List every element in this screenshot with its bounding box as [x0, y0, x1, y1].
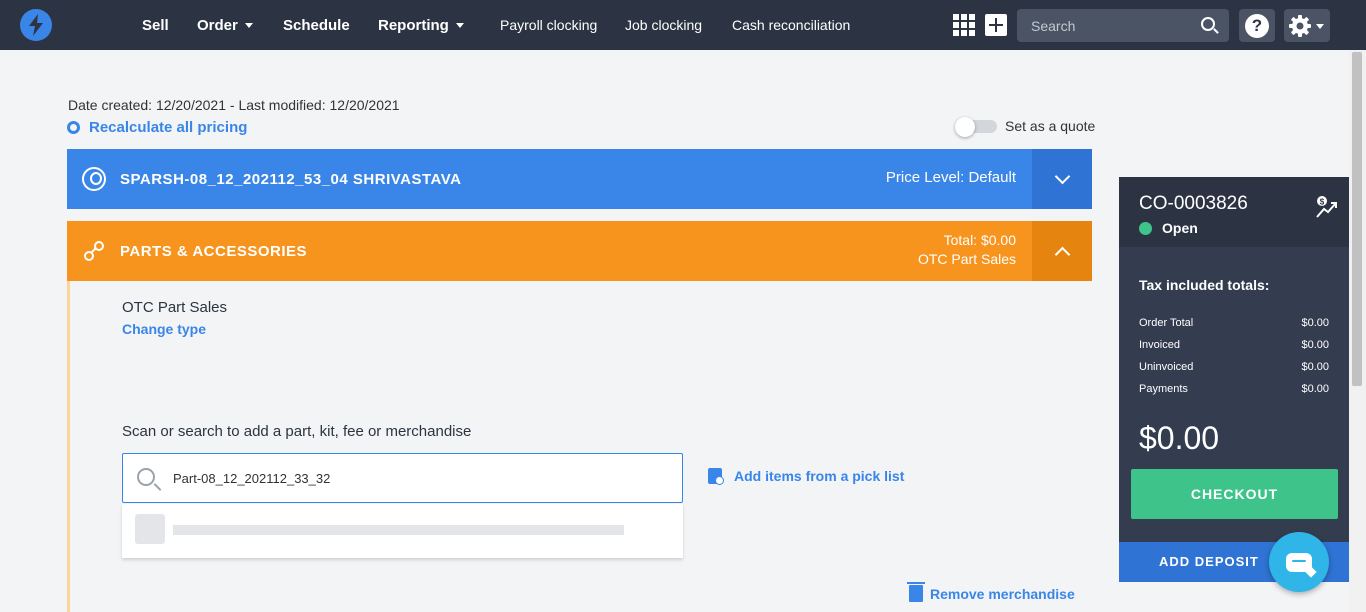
recalculate-pricing-label: Recalculate all pricing	[89, 119, 248, 136]
search-icon[interactable]	[1201, 17, 1215, 31]
total-row-order-total: Order Total $0.00	[1139, 317, 1329, 329]
chevron-down-icon	[455, 22, 464, 28]
add-from-picklist-link[interactable]: Add items from a pick list	[708, 468, 905, 485]
grand-total: $0.00	[1139, 420, 1220, 456]
chat-launcher-button[interactable]	[1269, 532, 1329, 592]
parts-accessories-title: PARTS & ACCESSORIES	[120, 243, 308, 260]
chevron-down-icon	[1316, 24, 1324, 29]
parts-collapse-button[interactable]	[1032, 221, 1092, 281]
scan-search-label: Scan or search to add a part, kit, fee o…	[122, 423, 472, 440]
parts-accessories-header[interactable]: PARTS & ACCESSORIES Total: $0.00 OTC Par…	[67, 221, 1092, 281]
add-from-picklist-label: Add items from a pick list	[734, 468, 905, 484]
help-button[interactable]: ?	[1239, 9, 1275, 42]
customer-expand-button[interactable]	[1032, 149, 1092, 209]
top-nav-bar: Sell Order Schedule Reporting Payroll cl…	[0, 0, 1366, 50]
checkout-button[interactable]: CHECKOUT	[1131, 469, 1338, 519]
logo-bolt-icon[interactable]	[20, 9, 52, 41]
order-summary-header: CO-0003826 Open $	[1119, 177, 1349, 247]
parts-icon	[84, 241, 104, 261]
gear-icon	[1289, 15, 1311, 37]
trash-icon	[907, 582, 925, 602]
remove-merchandise-label: Remove merchandise	[930, 585, 1075, 602]
set-as-quote-label: Set as a quote	[1005, 118, 1096, 134]
scrollbar-thumb[interactable]	[1352, 52, 1362, 386]
status-dot	[1139, 222, 1152, 235]
chevron-down-icon	[244, 22, 253, 28]
change-type-link[interactable]: Change type	[122, 321, 206, 337]
global-search-input[interactable]	[1031, 9, 1191, 42]
order-summary-panel: CO-0003826 Open $ Tax included totals: O…	[1119, 177, 1349, 582]
search-results-dropdown	[122, 504, 683, 558]
total-row-uninvoiced: Uninvoiced $0.00	[1139, 361, 1329, 373]
loading-placeholder-thumb	[135, 514, 165, 544]
svg-text:$: $	[1320, 198, 1325, 207]
total-row-invoiced: Invoiced $0.00	[1139, 339, 1329, 351]
recalculate-pricing-link[interactable]: Recalculate all pricing	[67, 119, 247, 136]
refresh-icon	[67, 121, 80, 134]
remove-merchandise-link[interactable]: Remove merchandise	[907, 582, 1075, 602]
page-scrollbar[interactable]	[1349, 50, 1366, 612]
nav-payroll-clocking[interactable]: Payroll clocking	[500, 0, 597, 50]
customer-name: SPARSH-08_12_202112_53_04 SHRIVASTAVA	[120, 171, 462, 188]
customer-header[interactable]: SPARSH-08_12_202112_53_04 SHRIVASTAVA Pr…	[67, 149, 1092, 209]
trend-chart-icon[interactable]: $	[1315, 195, 1339, 219]
nav-reporting[interactable]: Reporting	[378, 0, 464, 50]
chat-icon	[1286, 552, 1312, 572]
chevron-up-icon	[1054, 246, 1070, 262]
order-id: CO-0003826	[1139, 193, 1248, 214]
global-search	[1017, 9, 1229, 42]
nav-sell[interactable]: Sell	[142, 0, 169, 50]
part-search-input[interactable]	[173, 454, 663, 502]
nav-cash-reconciliation[interactable]: Cash reconciliation	[732, 0, 850, 50]
part-search-field	[122, 453, 683, 503]
total-row-payments: Payments $0.00	[1139, 383, 1329, 395]
date-created-modified: Date created: 12/20/2021 - Last modified…	[68, 97, 400, 113]
parts-total: Total: $0.00 OTC Part Sales	[918, 231, 1016, 269]
loading-placeholder-line	[173, 525, 624, 535]
nav-job-clocking[interactable]: Job clocking	[625, 0, 702, 50]
set-as-quote-toggle[interactable]	[955, 117, 997, 137]
apps-grid-icon[interactable]	[953, 14, 975, 36]
parts-content-panel	[67, 281, 1092, 612]
picklist-icon	[708, 468, 724, 485]
parts-total-amount: Total: $0.00	[943, 232, 1016, 248]
help-icon: ?	[1245, 13, 1269, 38]
tax-totals-title: Tax included totals:	[1139, 277, 1270, 293]
customer-icon	[82, 167, 106, 191]
chevron-down-icon	[1054, 168, 1070, 184]
settings-button[interactable]	[1284, 9, 1330, 42]
search-icon	[137, 468, 155, 486]
toggle-knob	[955, 117, 975, 137]
price-level: Price Level: Default	[885, 169, 1016, 186]
parts-sale-type: OTC Part Sales	[917, 251, 1016, 267]
plus-icon[interactable]	[985, 14, 1007, 36]
nav-schedule[interactable]: Schedule	[283, 0, 350, 50]
sale-type-title: OTC Part Sales	[122, 299, 228, 316]
order-status: Open	[1162, 220, 1198, 236]
nav-order[interactable]: Order	[197, 0, 253, 50]
